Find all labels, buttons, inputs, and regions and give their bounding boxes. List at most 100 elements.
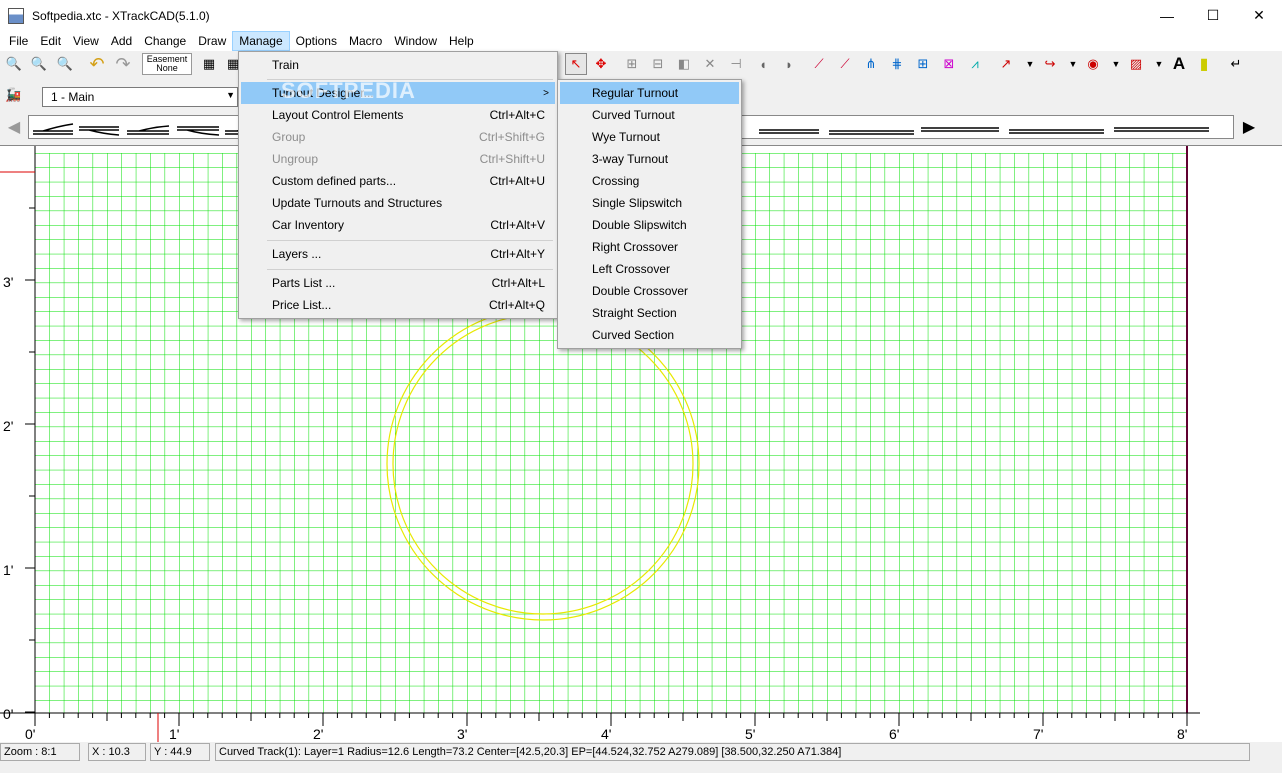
- menu-item-price-list[interactable]: Price List... Ctrl+Alt+Q: [241, 294, 545, 316]
- profile-icon[interactable]: ⩘: [964, 53, 986, 75]
- hotbar-scroll-right-icon[interactable]: ▶: [1238, 115, 1260, 139]
- join-icon[interactable]: ⊣: [725, 53, 747, 75]
- submenu-item-double-slipswitch[interactable]: Double Slipswitch: [560, 214, 739, 236]
- menu-add[interactable]: Add: [105, 31, 138, 51]
- ruler-y-label-2: 2': [3, 418, 13, 434]
- manage-menu: Train Turnout Designer... > Layout Contr…: [238, 51, 558, 319]
- menu-item-ungroup: Ungroup Ctrl+Shift+U: [272, 152, 545, 166]
- window-title: Softpedia.xtc - XTrackCAD(5.1.0): [32, 8, 210, 23]
- bottom-ruler-labels: 0' 1' 2' 3' 4' 5' 6' 7' 8': [25, 726, 1187, 742]
- pointer-icon[interactable]: ↵: [1225, 53, 1247, 75]
- minimize-button[interactable]: —: [1144, 0, 1190, 31]
- menu-manage[interactable]: Manage: [232, 31, 290, 51]
- menu-draw[interactable]: Draw: [192, 31, 232, 51]
- easement-value: None: [156, 63, 178, 73]
- split-icon[interactable]: ✕: [699, 53, 721, 75]
- ruler-x-label-1: 1': [169, 726, 179, 742]
- menu-item-car-inventory[interactable]: Car Inventory Ctrl+Alt+V: [241, 214, 545, 236]
- note-icon[interactable]: ▮: [1193, 53, 1215, 75]
- status-zoom: Zoom : 8:1: [0, 743, 80, 761]
- menu-separator: [267, 269, 553, 270]
- layer-select[interactable]: 1 - Main ▼: [42, 87, 238, 107]
- submenu-item-curved-section[interactable]: Curved Section: [560, 324, 739, 346]
- menu-item-layers[interactable]: Layers ... Ctrl+Alt+Y: [241, 243, 545, 265]
- ruler-y-label-1: 1': [3, 562, 13, 578]
- layer-select-value: 1 - Main: [51, 90, 95, 104]
- menu-help[interactable]: Help: [443, 31, 480, 51]
- menu-file[interactable]: File: [3, 31, 34, 51]
- ruler-x-label-8: 8': [1177, 726, 1187, 742]
- line-dropdown-icon[interactable]: ▼: [1019, 53, 1041, 75]
- close-button[interactable]: ✕: [1236, 0, 1282, 31]
- menu-item-layout-control[interactable]: Layout Control Elements Ctrl+Alt+C: [241, 104, 545, 126]
- ruler-y-label-3: 3': [3, 274, 13, 290]
- maximize-button[interactable]: ☐: [1190, 0, 1236, 31]
- menu-edit[interactable]: Edit: [34, 31, 67, 51]
- snap-icon[interactable]: ▦: [198, 53, 220, 75]
- zoom-out-icon[interactable]: 🔍: [54, 53, 76, 75]
- select-icon[interactable]: ↖: [565, 53, 587, 75]
- submenu-item-3way-turnout[interactable]: 3-way Turnout: [560, 148, 739, 170]
- elevation-icon[interactable]: ⊠: [938, 53, 960, 75]
- curve-icon[interactable]: ↪: [1039, 53, 1061, 75]
- turnout-icon[interactable]: ⋔: [860, 53, 882, 75]
- redo-icon[interactable]: ↷: [112, 53, 134, 75]
- tunnel-icon[interactable]: ◖: [752, 53, 774, 75]
- straight-track-icon[interactable]: ⟋: [808, 53, 830, 75]
- menu-item-train[interactable]: Train: [241, 54, 555, 76]
- menu-bar: File Edit View Add Change Draw Manage Op…: [0, 31, 1282, 51]
- curved-track-icon[interactable]: ⟋: [834, 53, 856, 75]
- text-icon[interactable]: A: [1168, 53, 1190, 75]
- circle-dropdown-icon[interactable]: ▼: [1105, 53, 1127, 75]
- ruler-icon[interactable]: ⊞: [621, 53, 643, 75]
- status-bar: Zoom : 8:1 X : 10.3 Y : 44.9 Curved Trac…: [0, 742, 1282, 773]
- status-x: X : 10.3: [88, 743, 146, 761]
- curve-dropdown-icon[interactable]: ▼: [1062, 53, 1084, 75]
- menu-separator: [267, 79, 553, 80]
- menu-item-turnout-designer[interactable]: Turnout Designer... >: [241, 82, 555, 104]
- submenu-item-wye-turnout[interactable]: Wye Turnout: [560, 126, 739, 148]
- menu-options[interactable]: Options: [290, 31, 343, 51]
- submenu-item-double-crossover[interactable]: Double Crossover: [560, 280, 739, 302]
- hotbar-scroll-left-icon[interactable]: ◀: [3, 115, 25, 139]
- menu-item-update-turnouts[interactable]: Update Turnouts and Structures: [241, 192, 545, 214]
- undo-icon[interactable]: ↶: [86, 53, 108, 75]
- ruler-x-label-7: 7': [1033, 726, 1043, 742]
- menu-item-custom-parts[interactable]: Custom defined parts... Ctrl+Alt+U: [241, 170, 545, 192]
- layers-icon[interactable]: ⊟: [647, 53, 669, 75]
- zoom-in-icon[interactable]: 🔍: [3, 53, 25, 75]
- line-icon[interactable]: ↗: [995, 53, 1017, 75]
- structure-icon[interactable]: ⊞: [912, 53, 934, 75]
- train-icon[interactable]: 🚂: [5, 87, 23, 103]
- box-dropdown-icon[interactable]: ▼: [1148, 53, 1170, 75]
- submenu-item-straight-section[interactable]: Straight Section: [560, 302, 739, 324]
- main-toolbar: 🔍 🔍 🔍 ↶ ↷ Easement None ▦ ▦ ↖ ✥ ⊞ ⊟ ◧ ✕ …: [0, 51, 1282, 79]
- status-info: Curved Track(1): Layer=1 Radius=12.6 Len…: [215, 743, 1250, 761]
- menu-change[interactable]: Change: [138, 31, 192, 51]
- submenu-item-single-slipswitch[interactable]: Single Slipswitch: [560, 192, 739, 214]
- menu-item-group: Group Ctrl+Shift+G: [272, 130, 545, 144]
- submenu-item-curved-turnout[interactable]: Curved Turnout: [560, 104, 739, 126]
- ruler-x-label-5: 5': [745, 726, 755, 742]
- ruler-x-label-3: 3': [457, 726, 467, 742]
- menu-view[interactable]: View: [67, 31, 105, 51]
- submenu-item-right-crossover[interactable]: Right Crossover: [560, 236, 739, 258]
- zoom-icon[interactable]: 🔍: [28, 53, 50, 75]
- submenu-arrow-icon: >: [543, 87, 549, 99]
- move-icon[interactable]: ✥: [590, 53, 612, 75]
- menu-window[interactable]: Window: [388, 31, 443, 51]
- menu-item-parts-list[interactable]: Parts List ... Ctrl+Alt+L: [241, 272, 545, 294]
- turntable-icon[interactable]: ⋕: [886, 53, 908, 75]
- submenu-item-left-crossover[interactable]: Left Crossover: [560, 258, 739, 280]
- flip-icon[interactable]: ◧: [673, 53, 695, 75]
- submenu-item-regular-turnout[interactable]: Regular Turnout: [560, 82, 739, 104]
- submenu-item-crossing[interactable]: Crossing: [560, 170, 739, 192]
- left-ruler-ticks: [25, 207, 35, 713]
- circle-icon[interactable]: ◉: [1082, 53, 1104, 75]
- bridge-icon[interactable]: ◗: [778, 53, 800, 75]
- turnout-designer-submenu: Regular Turnout Curved Turnout Wye Turno…: [557, 79, 742, 349]
- easement-button[interactable]: Easement None: [142, 53, 192, 75]
- menu-macro[interactable]: Macro: [343, 31, 388, 51]
- ruler-x-label-2: 2': [313, 726, 323, 742]
- box-icon[interactable]: ▨: [1125, 53, 1147, 75]
